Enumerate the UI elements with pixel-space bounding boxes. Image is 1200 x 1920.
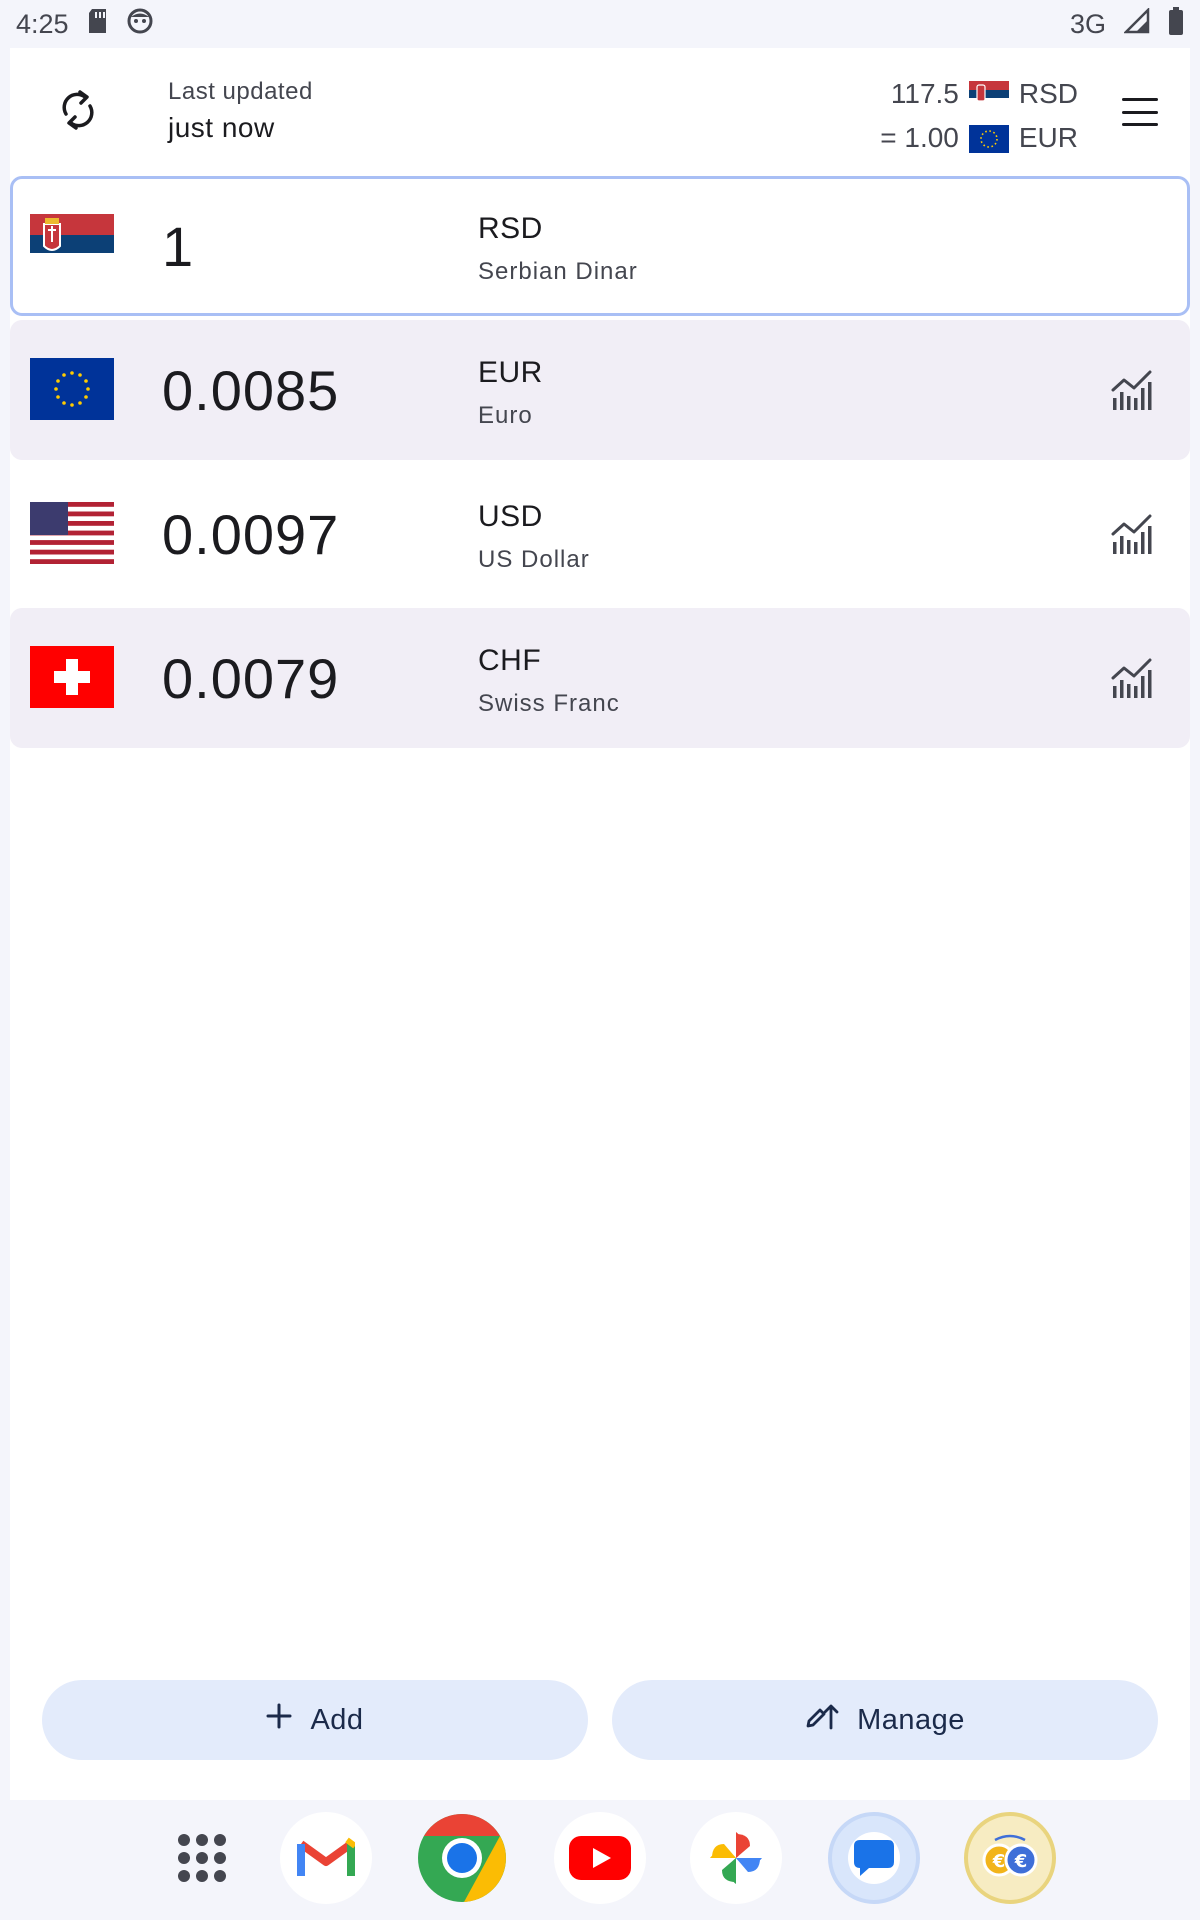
currency-code: USD: [478, 500, 543, 533]
clock: 4:25: [16, 8, 69, 39]
chrome-icon[interactable]: [416, 1812, 508, 1904]
rate-bottom-value: = 1.00: [880, 122, 959, 153]
currency-row-eur[interactable]: 0.0085 EUR Euro: [10, 320, 1190, 460]
rate-top-code: RSD: [1018, 78, 1078, 109]
photos-icon[interactable]: [690, 1812, 782, 1904]
currency-name: US Dollar: [478, 546, 590, 573]
chart-button-eur[interactable]: [1110, 368, 1154, 412]
apps-icon[interactable]: [156, 1812, 248, 1904]
svg-text:€: €: [992, 1851, 1006, 1872]
battery-icon: [1168, 6, 1184, 42]
chart-icon: [1110, 514, 1154, 560]
menu-icon: [1122, 98, 1158, 101]
app-window: Last updated just now 117.5 RSD = 1.00 E…: [10, 48, 1190, 1800]
currency-code: RSD: [478, 212, 543, 245]
top-bar: Last updated just now 117.5 RSD = 1.00 E…: [10, 48, 1190, 176]
us-flag: [30, 502, 114, 564]
currency-code: CHF: [478, 644, 542, 677]
rate-top-value: 117.5: [890, 78, 959, 109]
refresh-button[interactable]: [50, 84, 106, 140]
add-button[interactable]: Add: [42, 1680, 588, 1760]
eu-flag: [30, 358, 114, 420]
last-updated-value: just now: [168, 112, 275, 143]
currency-row-usd[interactable]: 0.0097 USD US Dollar: [10, 464, 1190, 604]
eu-flag-icon: [968, 125, 1009, 153]
chart-icon: [1110, 370, 1154, 416]
swiss-flag: [30, 646, 114, 708]
chart-button-usd[interactable]: [1110, 512, 1154, 556]
manage-label: Manage: [857, 1703, 965, 1736]
rate-bottom-code: EUR: [1018, 122, 1078, 153]
serbia-flag-icon: [968, 81, 1009, 107]
amount-value[interactable]: 0.0079: [162, 646, 339, 711]
youtube-icon[interactable]: [554, 1812, 646, 1904]
add-label: Add: [310, 1703, 364, 1736]
amount-value[interactable]: 0.0097: [162, 502, 339, 567]
currency-name: Euro: [478, 402, 533, 429]
refresh-icon: [58, 88, 98, 137]
face-icon: [127, 8, 153, 41]
exchange-rate-summary: 117.5 RSD = 1.00 EUR: [880, 72, 1078, 160]
amount-value[interactable]: 1: [162, 214, 194, 279]
svg-text:€: €: [1014, 1851, 1028, 1872]
gmail-icon[interactable]: [280, 1812, 372, 1904]
currency-row-rsd[interactable]: 1 RSD Serbian Dinar: [10, 176, 1190, 316]
plus-icon: [266, 1703, 292, 1737]
sd-card-icon: [87, 8, 109, 41]
currency-code: EUR: [478, 356, 543, 389]
signal-icon: [1122, 6, 1150, 41]
menu-button[interactable]: [1118, 92, 1162, 132]
currency-name: Swiss Franc: [478, 690, 620, 717]
edit-sort-icon: [805, 1702, 839, 1738]
chart-button-chf[interactable]: [1110, 656, 1154, 700]
serbia-flag: [30, 214, 114, 276]
messages-icon[interactable]: [828, 1812, 920, 1904]
last-updated-label: Last updated: [168, 78, 313, 105]
network-type: 3G: [1069, 8, 1106, 39]
status-bar: 4:25 3G: [0, 0, 1200, 48]
amount-value[interactable]: 0.0085: [162, 358, 339, 423]
chart-icon: [1110, 658, 1154, 704]
app-dock: € €: [0, 1800, 1200, 1920]
currency-row-chf[interactable]: 0.0079 CHF Swiss Franc: [10, 608, 1190, 748]
manage-button[interactable]: Manage: [612, 1680, 1158, 1760]
currency-converter-icon[interactable]: € €: [964, 1812, 1056, 1904]
currency-name: Serbian Dinar: [478, 258, 638, 285]
